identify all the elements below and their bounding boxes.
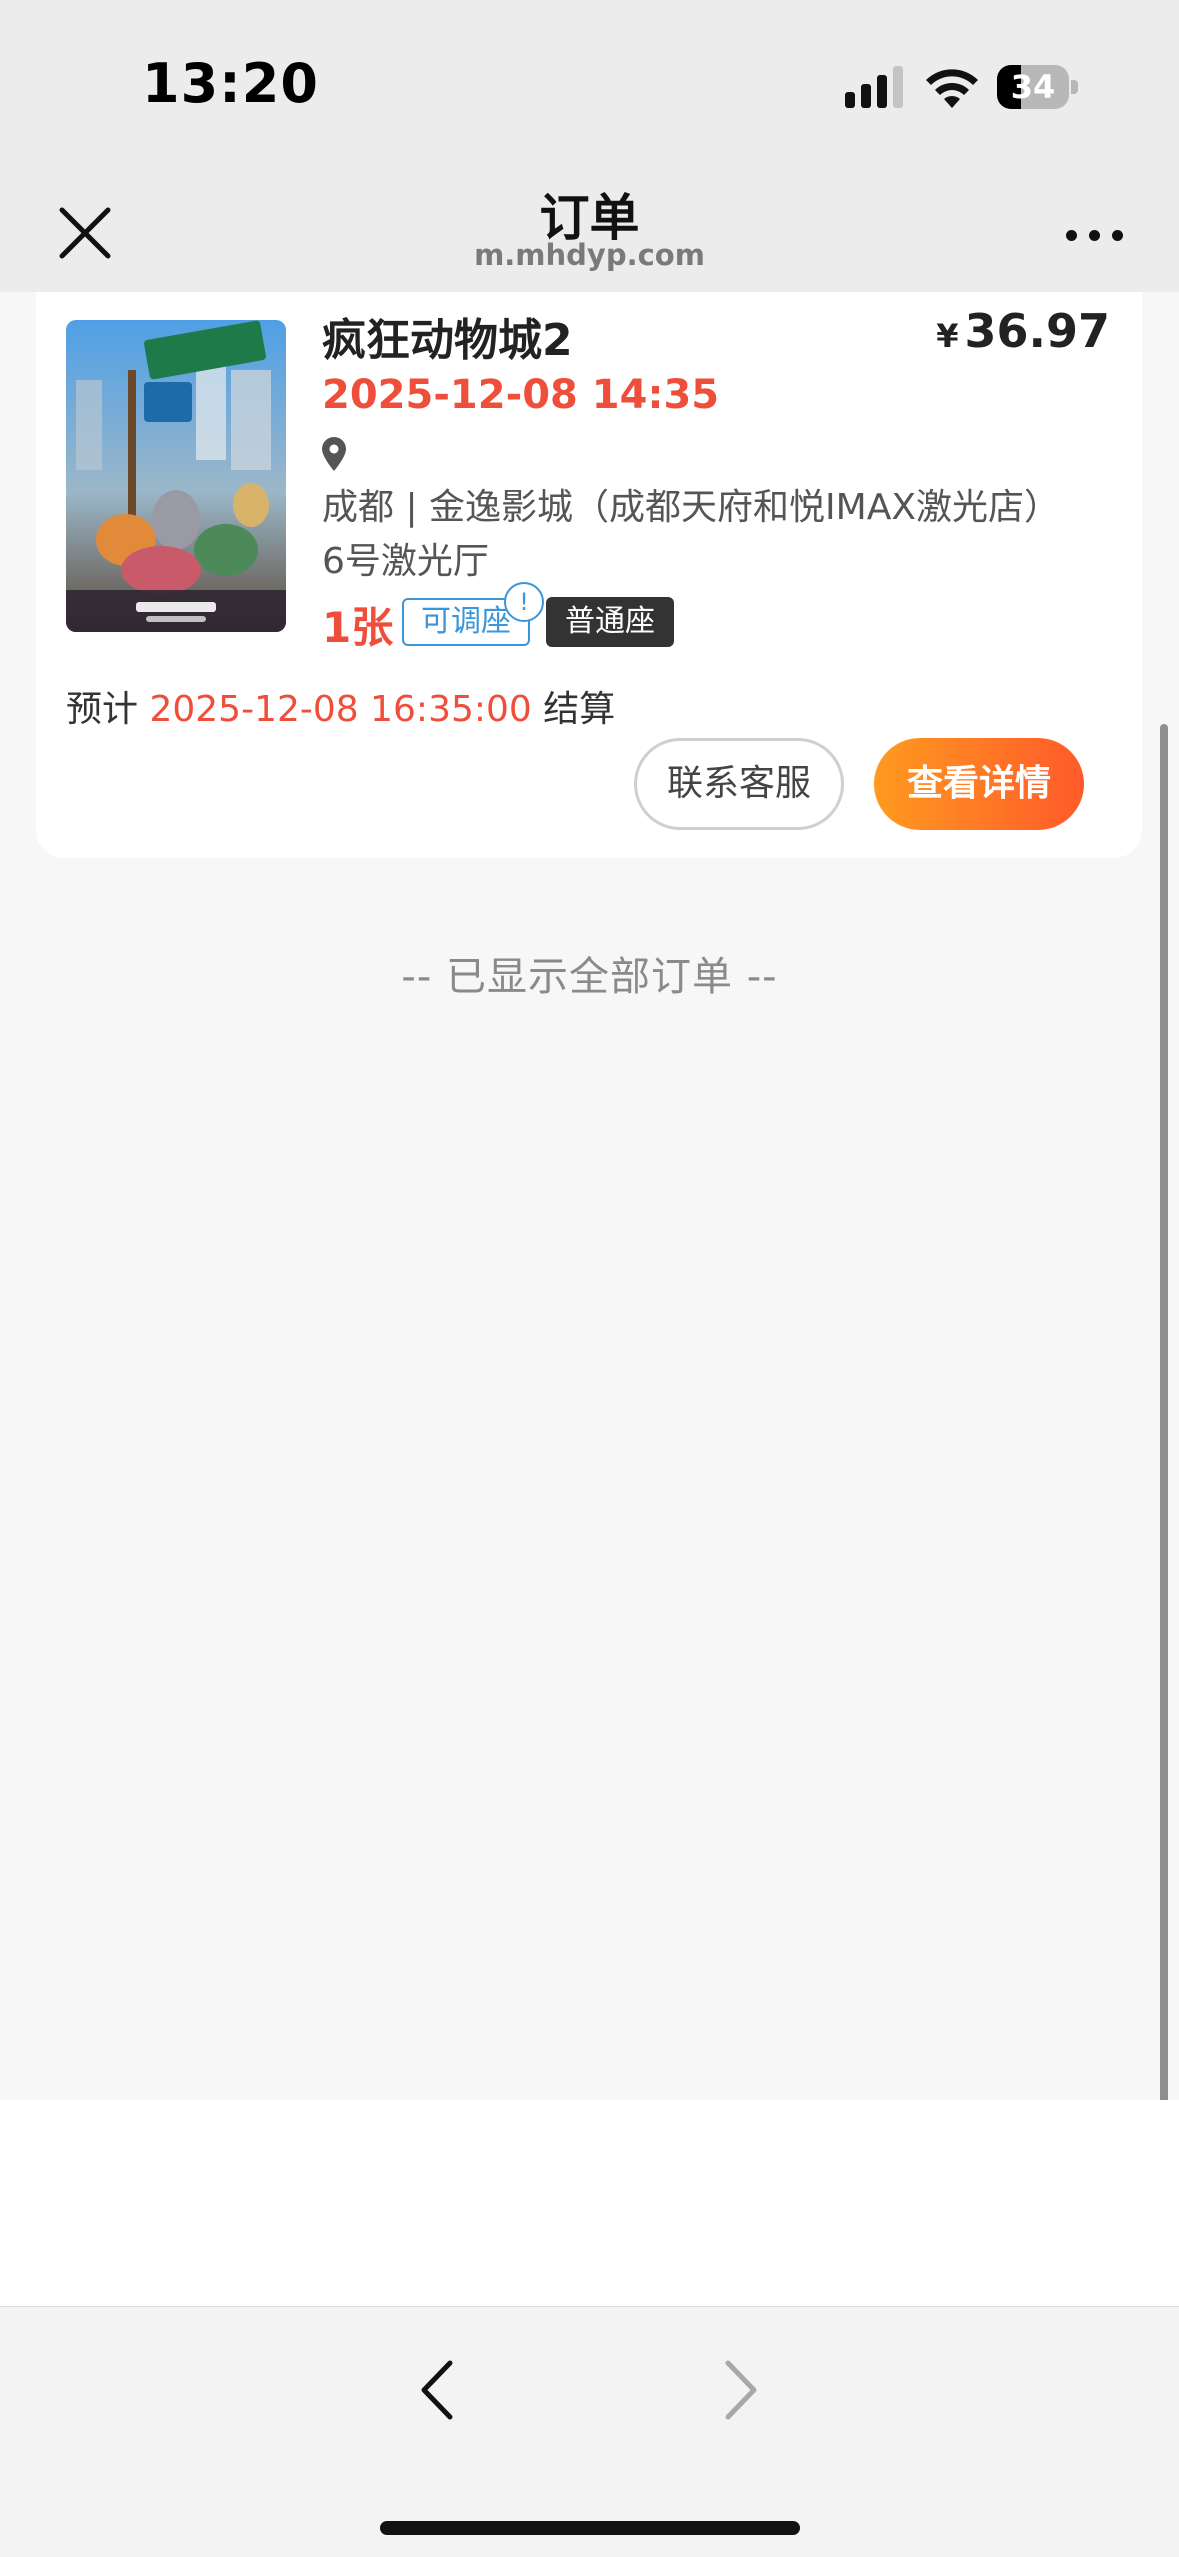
more-icon[interactable] bbox=[1060, 210, 1130, 260]
nav-bar: 订单 m.mhdyp.com bbox=[0, 170, 1179, 292]
order-price: ¥36.97 bbox=[936, 304, 1110, 358]
cinema-location: 成都 | 金逸影城（成都天府和悦IMAX激光店） bbox=[322, 430, 1082, 534]
wifi-icon bbox=[926, 69, 978, 108]
price-value: 36.97 bbox=[964, 304, 1110, 358]
status-time: 13:20 bbox=[142, 52, 319, 115]
battery-icon: 34 bbox=[997, 65, 1079, 109]
showtime: 2025-12-08 14:35 bbox=[322, 372, 720, 418]
movie-poster[interactable] bbox=[66, 320, 286, 632]
settle-time: 2025-12-08 16:35:00 bbox=[149, 689, 532, 730]
hall-name: 6号激光厅 bbox=[322, 541, 489, 582]
cellular-signal-icon bbox=[845, 66, 903, 108]
order-card[interactable]: 疯狂动物城2 ¥36.97 2025-12-08 14:35 成都 | 金逸影城… bbox=[36, 292, 1142, 858]
cinema-location-text: 成都 | 金逸影城（成都天府和悦IMAX激光店） bbox=[322, 487, 1060, 528]
view-details-button[interactable]: 查看详情 bbox=[874, 738, 1084, 830]
settle-suffix: 结算 bbox=[543, 689, 616, 730]
scrollbar[interactable] bbox=[1160, 724, 1168, 2298]
ticket-count: 1张 bbox=[322, 603, 394, 652]
settlement-info: 预计 2025-12-08 16:35:00 结算 bbox=[66, 680, 615, 732]
back-chevron-icon[interactable] bbox=[412, 2355, 462, 2425]
currency-symbol: ¥ bbox=[936, 317, 959, 355]
settle-prefix: 预计 bbox=[66, 689, 139, 730]
home-indicator bbox=[380, 2521, 800, 2535]
bottom-toolbar bbox=[0, 2306, 1179, 2557]
info-icon[interactable]: ! bbox=[504, 582, 544, 622]
forward-chevron-icon[interactable] bbox=[716, 2355, 766, 2425]
page-url: m.mhdyp.com bbox=[474, 238, 705, 272]
list-end-text: -- 已显示全部订单 -- bbox=[401, 954, 778, 1000]
contact-service-button[interactable]: 联系客服 bbox=[634, 738, 844, 830]
location-pin-icon bbox=[322, 437, 346, 471]
seat-type-tag: 普通座 bbox=[546, 597, 674, 647]
content-bottom-area bbox=[0, 2100, 1179, 2306]
battery-level: 34 bbox=[1010, 68, 1056, 106]
status-bar: 13:20 34 bbox=[0, 0, 1179, 170]
movie-title: 疯狂动物城2 bbox=[322, 315, 573, 366]
